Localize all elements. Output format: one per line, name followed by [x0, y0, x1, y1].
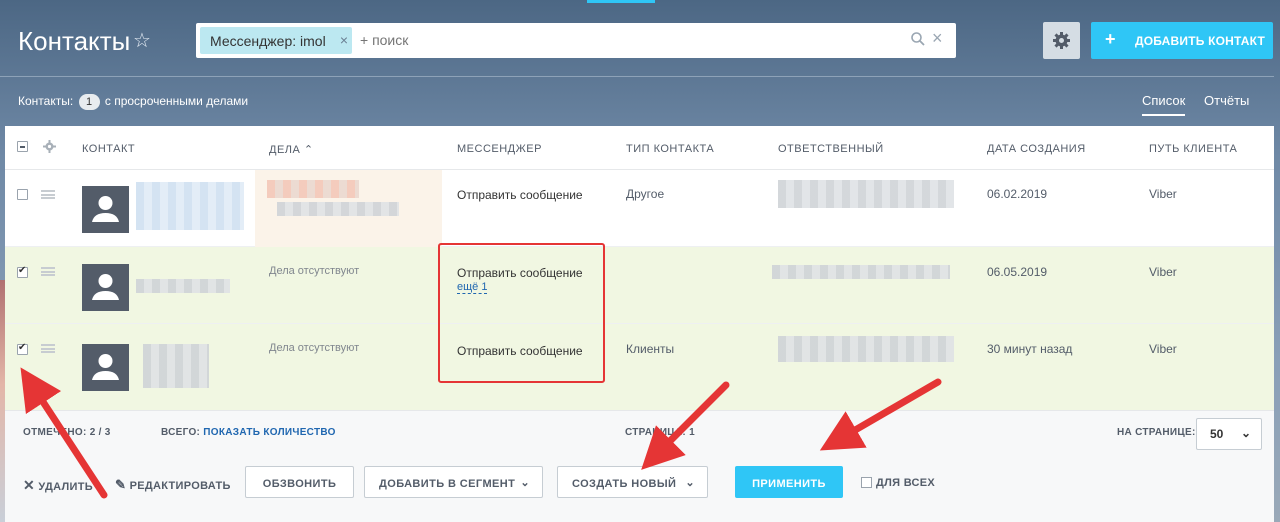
- created-date: 06.05.2019: [987, 265, 1048, 279]
- column-deals[interactable]: ДЕЛА ⌃: [269, 143, 314, 156]
- total-label: ВСЕГО:: [161, 427, 201, 438]
- column-contact[interactable]: КОНТАКТ: [82, 143, 135, 155]
- client-path: Viber: [1149, 187, 1177, 201]
- add-to-segment-button[interactable]: ДОБАВИТЬ В СЕГМЕНТ ⌄: [364, 466, 543, 498]
- column-deals-label: ДЕЛА: [269, 144, 301, 156]
- per-page-value: 50: [1210, 427, 1224, 441]
- created-date: 06.02.2019: [987, 187, 1048, 201]
- avatar[interactable]: [82, 186, 129, 233]
- row-checkbox[interactable]: [17, 189, 28, 200]
- deal-redacted: [267, 180, 359, 198]
- user-icon: [92, 196, 119, 222]
- edit-label: РЕДАКТИРОВАТЬ: [129, 480, 231, 492]
- page-title: Контакты: [18, 26, 131, 56]
- column-created[interactable]: ДАТА СОЗДАНИЯ: [987, 143, 1086, 155]
- clear-icon[interactable]: ×: [932, 28, 943, 49]
- delete-label: УДАЛИТЬ: [38, 481, 93, 493]
- drag-handle-icon[interactable]: [41, 190, 55, 199]
- table-row[interactable]: Дела отсутствуют Отправить сообщение ещё…: [5, 247, 1274, 324]
- search-input[interactable]: [360, 32, 900, 48]
- add-contact-button[interactable]: + ДОБАВИТЬ КОНТАКТ: [1091, 22, 1273, 59]
- responsible-redacted: [778, 180, 954, 208]
- row-checkbox[interactable]: [17, 265, 28, 278]
- created-date: 30 минут назад: [987, 342, 1073, 356]
- for-all-checkbox[interactable]: [861, 477, 872, 488]
- per-page-label: НА СТРАНИЦЕ:: [1117, 427, 1196, 438]
- create-new-button[interactable]: СОЗДАТЬ НОВЫЙ ⌄: [557, 466, 708, 498]
- contact-type: Другое: [626, 187, 665, 201]
- apply-button[interactable]: ПРИМЕНИТЬ: [735, 466, 843, 498]
- add-to-segment-label: ДОБАВИТЬ В СЕГМЕНТ: [379, 478, 516, 490]
- delete-action[interactable]: ✕ УДАЛИТЬ: [23, 477, 93, 494]
- add-contact-label: ДОБАВИТЬ КОНТАКТ: [1135, 34, 1266, 48]
- overdue-count-badge[interactable]: 1: [78, 94, 100, 110]
- avatar[interactable]: [82, 264, 129, 311]
- search-icon[interactable]: [910, 31, 926, 47]
- user-icon: [92, 274, 119, 300]
- tab-list[interactable]: Список: [1142, 93, 1186, 116]
- gear-icon: [1053, 32, 1070, 49]
- sort-asc-icon: ⌃: [303, 144, 314, 156]
- marked-count: ОТМЕЧЕНО: 2 / 3: [23, 427, 111, 438]
- user-icon: [92, 354, 119, 380]
- column-contact-type[interactable]: ТИП КОНТАКТА: [626, 143, 714, 155]
- action-panel: ✕ УДАЛИТЬ ✎ РЕДАКТИРОВАТЬ ОБЗВОНИТЬ ДОБА…: [5, 456, 1274, 522]
- client-path: Viber: [1149, 265, 1177, 279]
- contact-name-redacted: [136, 279, 230, 293]
- highlight-box: [438, 243, 605, 383]
- overdue-summary: Контакты: 1 с просроченными делами: [18, 94, 248, 110]
- no-deals-text: Дела отсутствуют: [269, 265, 360, 277]
- deal-redacted: [277, 202, 399, 216]
- plus-icon: +: [1105, 29, 1116, 49]
- column-messenger[interactable]: МЕССЕНДЖЕР: [457, 143, 542, 155]
- table-row[interactable]: Дела отсутствуют Отправить сообщение Кли…: [5, 324, 1274, 410]
- column-responsible[interactable]: ОТВЕТСТВЕННЫЙ: [778, 143, 884, 155]
- grid-header: КОНТАКТ ДЕЛА ⌃ МЕССЕНДЖЕР ТИП КОНТАКТА О…: [5, 126, 1274, 170]
- chevron-down-icon: ⌄: [1240, 426, 1251, 440]
- filter-chip[interactable]: Мессенджер: imol ×: [200, 27, 352, 54]
- contacts-grid: КОНТАКТ ДЕЛА ⌃ МЕССЕНДЖЕР ТИП КОНТАКТА О…: [5, 126, 1274, 410]
- search-bar[interactable]: Мессенджер: imol × ×: [196, 23, 956, 58]
- send-message-link[interactable]: Отправить сообщение: [457, 188, 583, 202]
- responsible-redacted: [778, 336, 954, 362]
- star-icon[interactable]: ☆: [133, 28, 151, 53]
- create-new-label: СОЗДАТЬ НОВЫЙ: [572, 478, 677, 490]
- per-page-select[interactable]: 50 ⌄: [1196, 418, 1262, 450]
- header-divider: [0, 76, 1274, 77]
- chevron-down-icon: ⌄: [685, 477, 695, 489]
- show-count-link[interactable]: ПОКАЗАТЬ КОЛИЧЕСТВО: [203, 427, 335, 438]
- tab-reports[interactable]: Отчёты: [1204, 93, 1249, 108]
- row-checkbox[interactable]: [17, 342, 28, 355]
- grid-footer: ОТМЕЧЕНО: 2 / 3 ВСЕГО: ПОКАЗАТЬ КОЛИЧЕСТ…: [5, 410, 1274, 456]
- active-tab-indicator: [587, 0, 655, 3]
- avatar[interactable]: [82, 344, 129, 391]
- contact-name-redacted: [136, 182, 244, 230]
- chip-close-icon[interactable]: ×: [340, 32, 348, 48]
- page-indicator: СТРАНИЦА: 1: [625, 427, 695, 438]
- drag-handle-icon[interactable]: [41, 344, 55, 353]
- responsible-redacted: [772, 265, 950, 279]
- overdue-link[interactable]: с просроченными делами: [105, 94, 248, 108]
- total-count: ВСЕГО: ПОКАЗАТЬ КОЛИЧЕСТВО: [161, 427, 336, 438]
- client-path: Viber: [1149, 342, 1177, 356]
- for-all-label: ДЛЯ ВСЕХ: [876, 477, 936, 489]
- table-row[interactable]: Отправить сообщение Другое 06.02.2019 Vi…: [5, 170, 1274, 247]
- contact-name-redacted: [143, 344, 209, 388]
- drag-handle-icon[interactable]: [41, 267, 55, 276]
- no-deals-text: Дела отсутствуют: [269, 342, 360, 354]
- filter-chip-label: Мессенджер: imol: [210, 33, 326, 49]
- call-button[interactable]: ОБЗВОНИТЬ: [245, 466, 354, 498]
- column-client-path[interactable]: ПУТЬ КЛИЕНТА: [1149, 143, 1237, 155]
- chevron-down-icon: ⌄: [520, 477, 530, 489]
- pencil-icon: ✎: [115, 477, 127, 492]
- contact-type: Клиенты: [626, 342, 675, 356]
- overdue-prefix: Контакты:: [18, 94, 74, 108]
- deals-cell: [255, 170, 442, 247]
- settings-button[interactable]: [1043, 22, 1080, 59]
- edit-action[interactable]: ✎ РЕДАКТИРОВАТЬ: [115, 477, 231, 493]
- select-all-checkbox[interactable]: [17, 141, 28, 152]
- close-icon: ✕: [23, 477, 36, 493]
- column-settings-icon[interactable]: [43, 140, 56, 153]
